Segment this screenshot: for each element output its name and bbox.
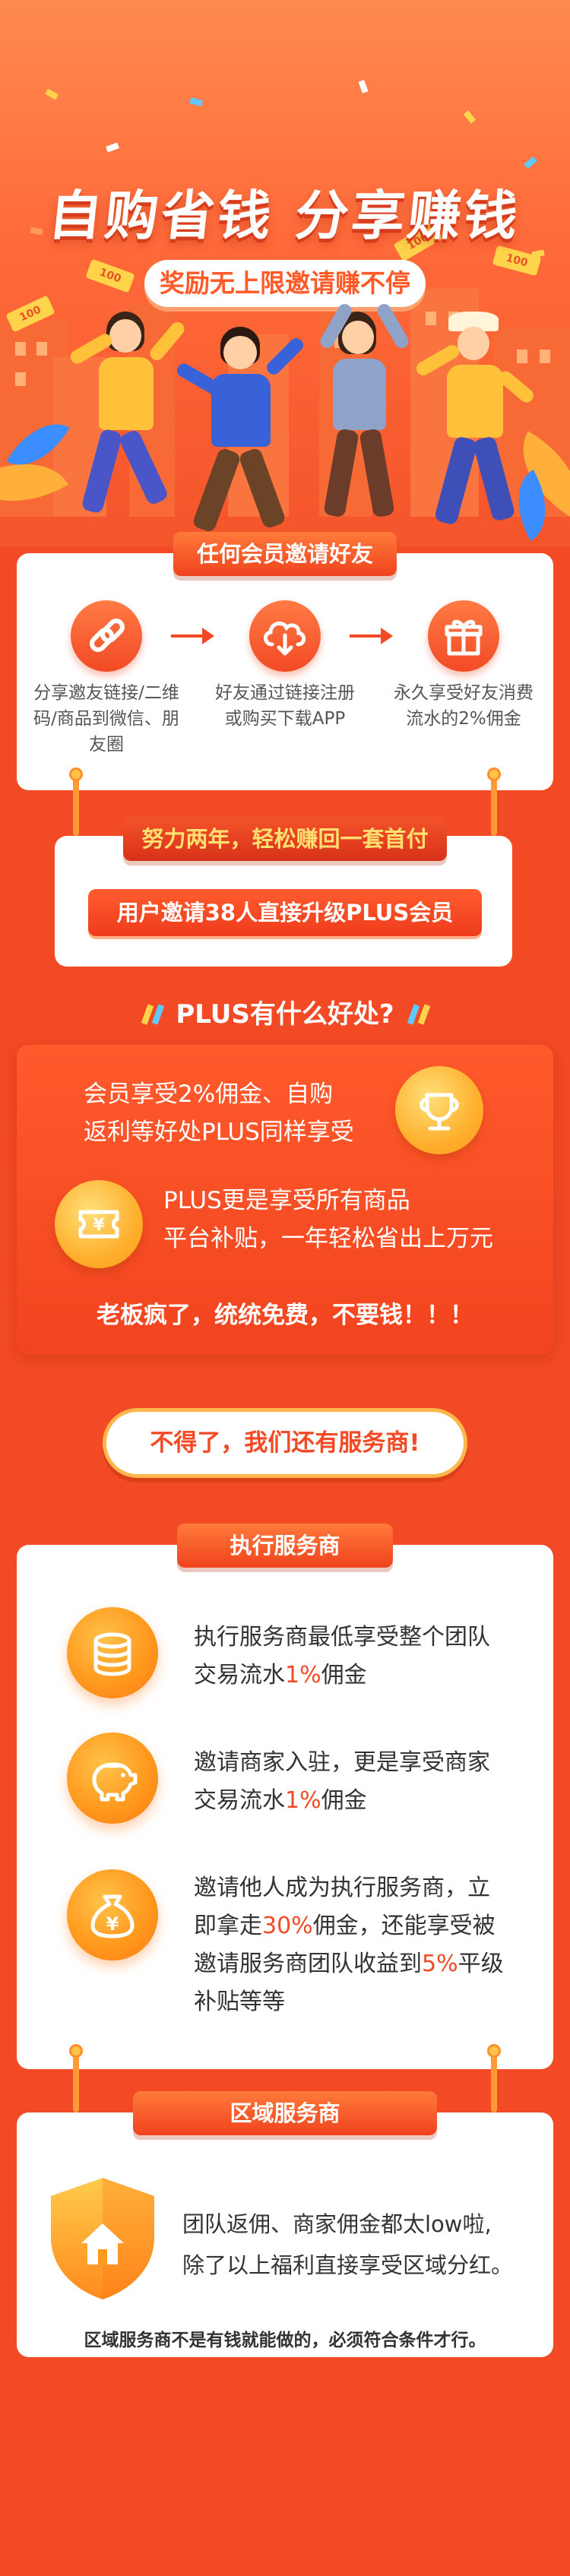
connector-pin <box>491 775 497 836</box>
dancing-person-illustration <box>174 327 306 547</box>
highlight-percent: 1% <box>285 1787 321 1814</box>
arrow-shape <box>202 628 214 644</box>
window-shape <box>15 372 26 386</box>
upgrade-ribbon: 努力两年，轻松赚回一套首付 <box>123 817 447 861</box>
exec-item-line: 邀请服务商团队收益到 <box>194 1951 422 1977</box>
exec-item-2-text: 邀请商家入驻，更是享受商家 交易流水1%佣金 <box>194 1744 528 1820</box>
connector-dot <box>487 2044 501 2058</box>
plus-benefit-line: 返利等好处PLUS同样享受 <box>84 1119 354 1146</box>
trophy-icon <box>395 1066 483 1154</box>
connector-dot <box>69 767 83 781</box>
arrow-shape <box>381 628 393 644</box>
exec-item-line: 佣金，还能享受被 <box>312 1913 496 1939</box>
dancing-person-illustration <box>296 301 418 532</box>
plus-benefit-line: 会员享受2%佣金、自购 <box>84 1081 334 1108</box>
coins-icon <box>67 1607 158 1698</box>
plus-slogan: 老板疯了，统统免费，不要钱！！！ <box>97 1302 473 1329</box>
window-shape <box>540 350 550 363</box>
connector-dot <box>69 2044 83 2058</box>
connector-dot <box>487 767 501 781</box>
connector-pin <box>73 2052 79 2112</box>
confetti <box>524 156 537 169</box>
exec-item-3-text: 邀请他人成为执行服务商，立 即拿走30%佣金，还能享受被 邀请服务商团队收益到5… <box>194 1869 540 2021</box>
region-footnote: 区域服务商不是有钱就能做的，必须符合条件才行。 <box>84 2331 486 2350</box>
connector-pin <box>491 2052 497 2112</box>
exec-item-line: 邀请商家入驻，更是享受商家 <box>194 1749 490 1776</box>
coupon-ticket: 100 <box>85 258 135 293</box>
step-share-button <box>71 600 142 672</box>
link-icon <box>90 619 125 652</box>
svg-text:¥: ¥ <box>93 1216 105 1235</box>
plus-benefit-1: 会员享受2%佣金、自购 返利等好处PLUS同样享受 <box>84 1075 403 1151</box>
plus-benefit-line: PLUS更是享受所有商品 <box>163 1187 410 1214</box>
plus-benefit-2: PLUS更是享受所有商品 平台补贴，一年轻松省出上万元 <box>163 1182 536 1258</box>
window-shape <box>36 342 47 356</box>
exec-item-line: 交易流水 <box>194 1662 285 1688</box>
step-text: 分享邀友链接/二维码/商品到微信、朋友圈 <box>33 683 179 755</box>
confetti <box>106 142 119 153</box>
confetti <box>358 80 369 93</box>
step-text: 永久享受好友消费流水的2%佣金 <box>394 683 534 729</box>
gift-icon <box>445 619 483 656</box>
exec-item-line: 补贴等等 <box>194 1989 285 2015</box>
step-commission-button <box>428 600 499 672</box>
dancing-person-illustration <box>61 304 190 532</box>
confetti <box>463 110 477 124</box>
plus-benefit-line: 平台补贴，一年轻松省出上万元 <box>163 1225 493 1252</box>
dancing-person-illustration <box>410 312 540 540</box>
step-download-button <box>249 600 321 672</box>
region-text: 团队返佣、商家佣金都太low啦, 除了以上福利直接享受区域分红。 <box>182 2204 547 2286</box>
service-provider-button[interactable]: 不得了，我们还有服务商! <box>103 1408 467 1478</box>
exec-item-line: 执行服务商最低享受整个团队 <box>194 1624 490 1650</box>
window-shape <box>15 342 26 356</box>
exec-item-line: 平级 <box>458 1951 504 1977</box>
highlight-percent: 30% <box>262 1913 313 1939</box>
upgrade-banner: 用户邀请38人直接升级PLUS会员 <box>88 889 482 936</box>
exec-item-line: 交易流水 <box>194 1787 285 1814</box>
exec-item-line: 佣金 <box>321 1662 367 1688</box>
svg-text:¥: ¥ <box>106 1913 119 1935</box>
highlight-percent: 1% <box>285 1662 321 1688</box>
exec-item-line: 邀请他人成为执行服务商，立 <box>194 1875 490 1901</box>
region-text-line: 团队返佣、商家佣金都太low啦, <box>182 2211 492 2237</box>
money-bag-icon: ¥ <box>67 1869 158 1960</box>
exec-item-line: 佣金 <box>321 1787 367 1814</box>
plus-heading: PLUS有什么好处? <box>176 999 394 1030</box>
ticket-icon: ¥ <box>55 1180 143 1268</box>
region-text-line: 除了以上福利直接享受区域分红。 <box>182 2252 514 2278</box>
exec-item-line: 即拿走 <box>194 1913 262 1939</box>
confetti <box>189 97 203 106</box>
exec-ribbon: 执行服务商 <box>177 1524 393 1568</box>
confetti <box>45 88 59 100</box>
hero-banner: 100 100 100 100 自购省钱 分享赚钱 奖励无上限邀请赚不停 <box>0 0 570 547</box>
cloud-download-icon <box>264 621 306 656</box>
arrow-shape <box>350 635 382 638</box>
region-ribbon: 区域服务商 <box>133 2091 437 2135</box>
exec-item-1-text: 执行服务商最低享受整个团队 交易流水1%佣金 <box>194 1619 528 1695</box>
piggy-bank-icon <box>67 1733 158 1824</box>
shield-home-icon <box>42 2173 163 2302</box>
connector-pin <box>73 775 79 836</box>
highlight-percent: 5% <box>422 1951 458 1977</box>
arrow-shape <box>171 635 203 638</box>
hero-subtitle: 奖励无上限邀请赚不停 <box>144 260 426 307</box>
hero-title: 自购省钱 分享赚钱 <box>45 185 524 247</box>
step-text: 好友通过链接注册或购买下载APP <box>215 683 355 729</box>
invite-ribbon: 任何会员邀请好友 <box>173 532 397 576</box>
